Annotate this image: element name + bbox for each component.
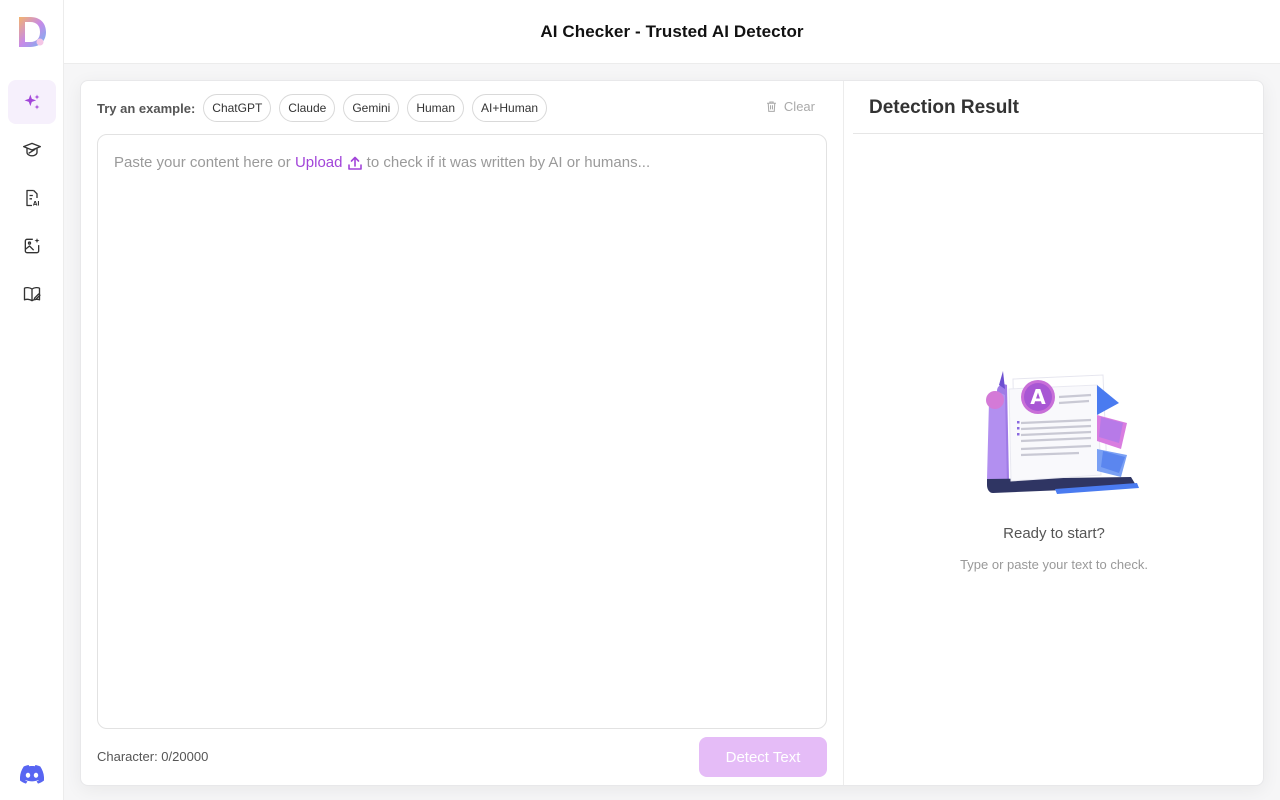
sidebar: AI: [0, 0, 64, 800]
upload-link[interactable]: Upload: [295, 153, 363, 173]
result-divider: [853, 133, 1263, 134]
nav-academic[interactable]: [8, 128, 56, 172]
placeholder-text-after: to check if it was written by AI or huma…: [366, 154, 651, 171]
page-title: AI Checker - Trusted AI Detector: [540, 21, 804, 41]
example-chip-ai-human[interactable]: AI+Human: [472, 94, 548, 122]
input-panel: Try an example: ChatGPT Claude Gemini Hu…: [81, 81, 844, 785]
nav-ai-image[interactable]: [8, 224, 56, 268]
example-chip-gemini[interactable]: Gemini: [343, 94, 400, 122]
content-textarea[interactable]: Paste your content here or Upload to che…: [97, 134, 827, 729]
book-edit-icon: [23, 286, 41, 302]
nav-ai-document[interactable]: AI: [8, 176, 56, 220]
result-title: Detection Result: [869, 97, 1019, 118]
example-chip-claude[interactable]: Claude: [279, 94, 336, 122]
app-logo[interactable]: [16, 14, 48, 50]
examples-bar: Try an example: ChatGPT Claude Gemini Hu…: [97, 94, 555, 122]
ai-document-icon: AI: [26, 189, 40, 208]
result-panel: Detection Result A Ready to start? Type …: [845, 81, 1263, 785]
ready-hint: Type or paste your text to check.: [960, 557, 1148, 572]
ready-title: Ready to start?: [1003, 525, 1105, 542]
empty-state-illustration: A: [986, 371, 1139, 494]
clear-button[interactable]: Clear: [765, 99, 815, 114]
svg-text:A: A: [1030, 385, 1046, 409]
upload-label: Upload: [294, 154, 343, 171]
discord-icon[interactable]: [19, 764, 45, 784]
detect-text-button[interactable]: Detect Text: [699, 737, 827, 777]
graduation-cap-icon: [23, 142, 41, 157]
image-sparkle-icon: [24, 238, 40, 254]
examples-label: Try an example:: [97, 100, 196, 116]
top-header: AI Checker - Trusted AI Detector: [64, 0, 1280, 64]
example-chip-chatgpt[interactable]: ChatGPT: [203, 94, 272, 122]
nav-ai-detector[interactable]: [8, 80, 56, 124]
example-chip-human[interactable]: Human: [407, 94, 465, 122]
main-card: Try an example: ChatGPT Claude Gemini Hu…: [80, 80, 1264, 786]
clear-label: Clear: [783, 99, 815, 114]
upload-icon: [347, 156, 362, 170]
sparkles-icon: [24, 94, 40, 110]
character-count: Character: 0/20000: [97, 749, 209, 764]
trash-icon: [766, 101, 776, 112]
svg-text:AI: AI: [33, 202, 40, 208]
placeholder-text-before: Paste your content here or: [114, 154, 291, 171]
nav-humanizer[interactable]: [8, 272, 56, 316]
